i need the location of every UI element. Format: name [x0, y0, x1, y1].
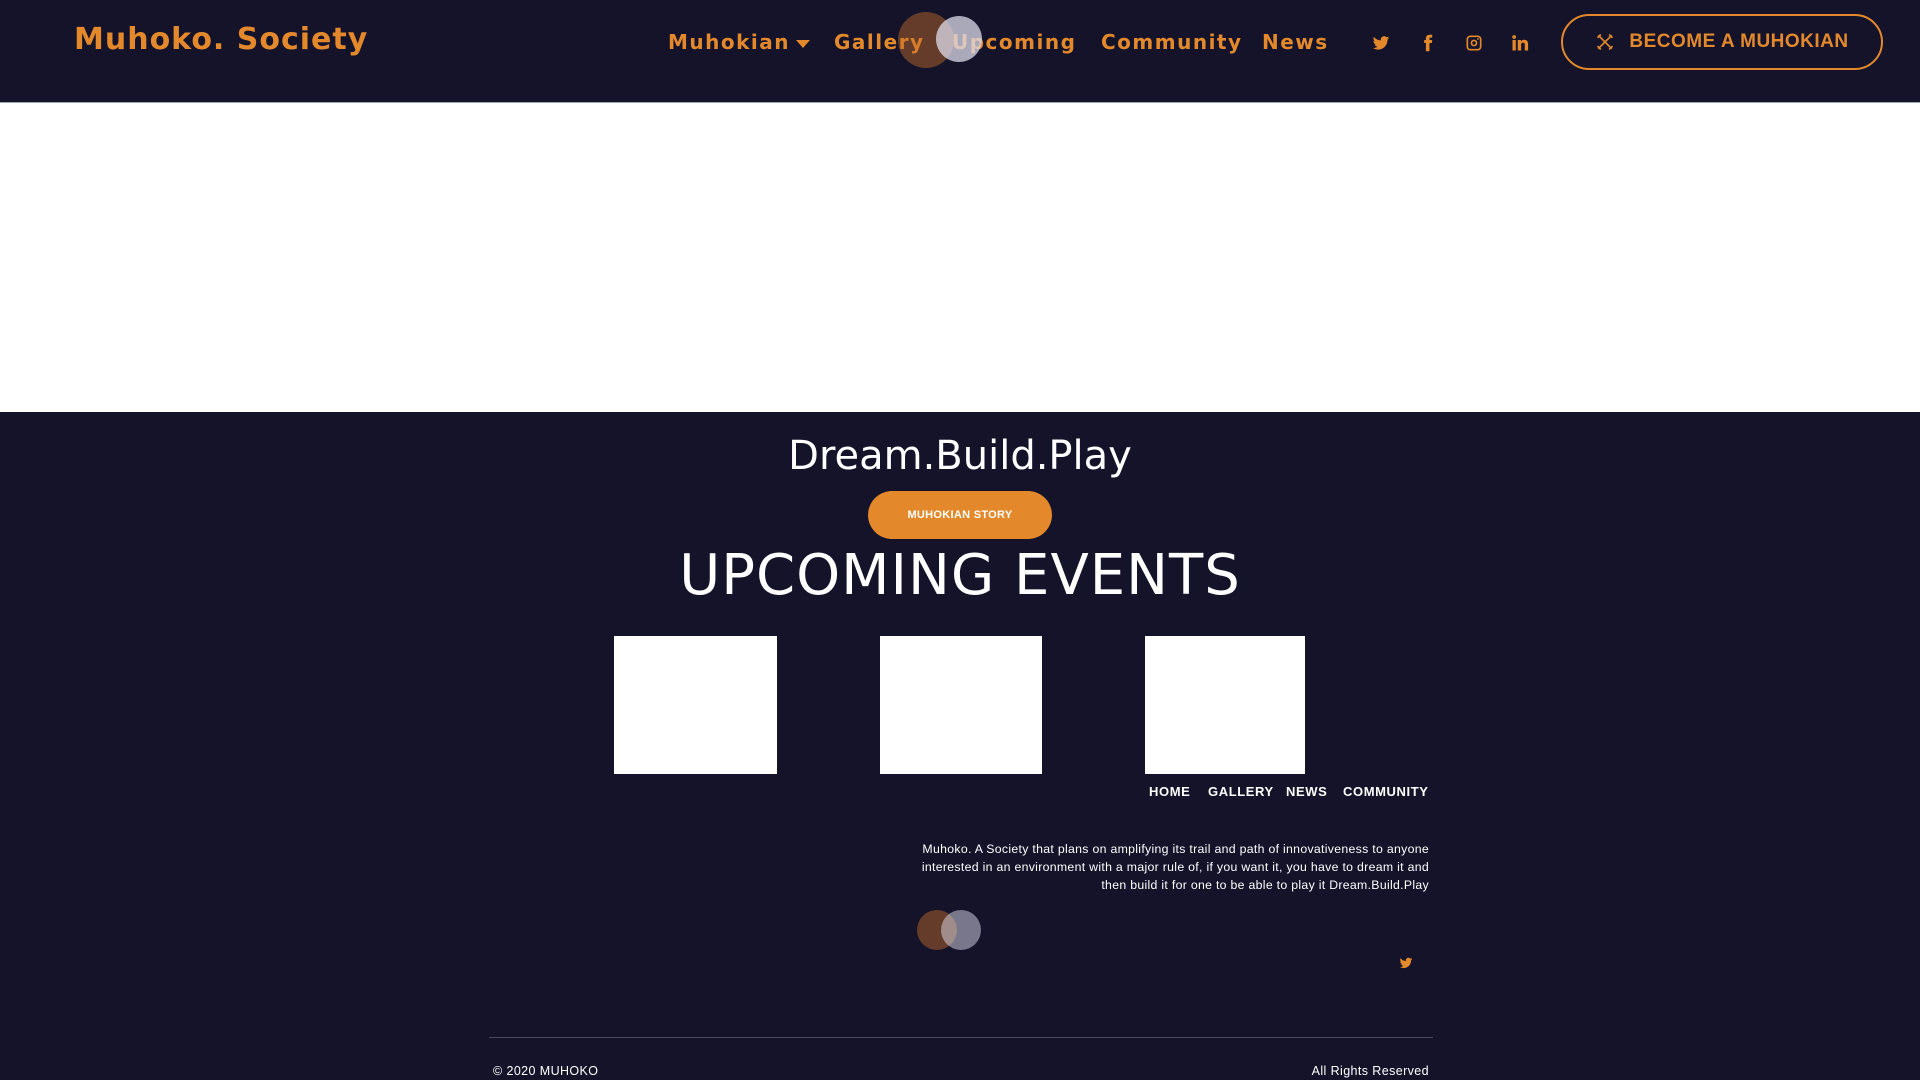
cursor-follower-inner: [936, 16, 982, 62]
nav-item-muhokian[interactable]: Muhokian: [668, 30, 811, 58]
nav-item-label: Muhokian: [668, 30, 791, 54]
event-card[interactable]: [880, 636, 1042, 774]
footer-nav-community[interactable]: COMMUNITY: [1343, 784, 1429, 799]
instagram-icon[interactable]: [1461, 30, 1487, 56]
hero-banner: [0, 102, 1920, 412]
twitter-icon[interactable]: [1368, 30, 1394, 56]
upcoming-events-title: UPCOMING EVENTS: [679, 543, 1241, 608]
become-member-label: BECOME A MUHOKIAN: [1629, 31, 1849, 52]
event-card[interactable]: [1145, 636, 1305, 774]
muhokian-story-button[interactable]: MUHOKIAN STORY: [868, 491, 1052, 539]
become-member-button[interactable]: BECOME A MUHOKIAN: [1561, 14, 1883, 70]
footer-nav-gallery[interactable]: GALLERY: [1208, 784, 1274, 799]
nav-item-news[interactable]: News: [1262, 30, 1329, 58]
footer-nav-home[interactable]: HOME: [1149, 784, 1190, 799]
linkedin-icon[interactable]: [1507, 30, 1533, 56]
tools-icon: [1597, 33, 1614, 51]
event-card[interactable]: [614, 636, 777, 774]
facebook-icon[interactable]: [1415, 30, 1441, 56]
caret-down-icon: [796, 39, 811, 48]
rights-text: All Rights Reserved: [1311, 1064, 1429, 1078]
footer-nav-news[interactable]: NEWS: [1286, 784, 1327, 799]
site-header: Muhoko. Society Muhokian Gallery Upcomin…: [0, 0, 1920, 102]
copyright-text: © 2020 MUHOKO: [493, 1064, 599, 1078]
hero-tagline: Dream.Build.Play: [788, 433, 1132, 479]
nav-item-community[interactable]: Community: [1101, 30, 1243, 58]
brand-logo-text[interactable]: Muhoko. Society: [74, 22, 368, 57]
cursor-follower-inner: [941, 910, 981, 950]
footer-description: Muhoko. A Society that plans on amplifyi…: [921, 842, 1429, 892]
footer-divider: [489, 1037, 1433, 1038]
twitter-icon[interactable]: [1399, 956, 1417, 974]
